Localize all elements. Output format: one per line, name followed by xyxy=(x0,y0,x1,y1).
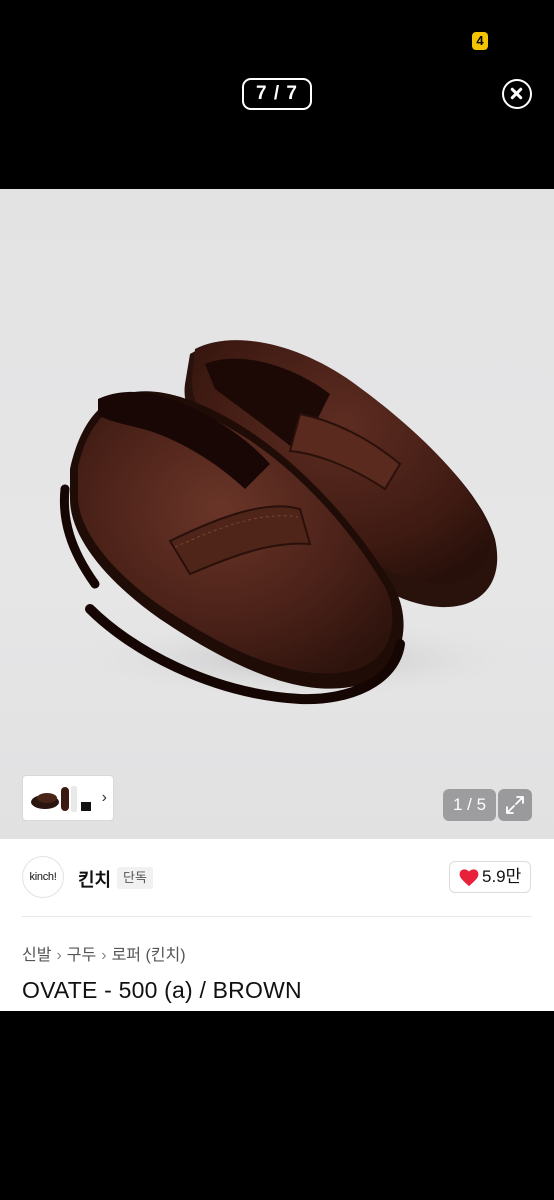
expand-icon[interactable] xyxy=(498,789,532,821)
product-image[interactable]: › 1 / 5 xyxy=(0,189,554,839)
like-button[interactable]: 5.9만 xyxy=(449,861,531,893)
product-card: › 1 / 5 kinch! 킨치 단독 5.9만 신발 › 구두 › 로퍼 (킨치) … xyxy=(0,189,554,1011)
breadcrumb-item-loafer[interactable]: 로퍼 (킨치) xyxy=(112,947,186,964)
thumbnail-images xyxy=(31,786,91,812)
brand-row: kinch! 킨치 단독 5.9만 xyxy=(0,839,554,917)
close-icon[interactable] xyxy=(502,79,532,109)
thumbnail-strip[interactable]: › xyxy=(22,775,114,821)
heart-icon xyxy=(459,869,479,887)
viewer-top-bar: 7 / 7 xyxy=(0,70,554,118)
like-count: 5.9만 xyxy=(482,867,522,886)
brand-name[interactable]: 킨치 xyxy=(78,866,111,892)
gallery-page-indicator: 1 / 5 xyxy=(443,789,496,821)
image-counter: 7 / 7 xyxy=(242,78,312,110)
chevron-right-icon: › xyxy=(101,789,107,806)
loafer-illustration xyxy=(59,340,530,705)
breadcrumb-item-shoes[interactable]: 신발 xyxy=(22,947,51,964)
chevron-right-icon: › xyxy=(56,947,62,964)
product-title: OVATE - 500 (a) / BROWN xyxy=(22,977,302,1003)
breadcrumb: 신발 › 구두 › 로퍼 (킨치) xyxy=(22,941,186,965)
brand-logo[interactable]: kinch! xyxy=(22,856,64,898)
breadcrumb-item-dress-shoes[interactable]: 구두 xyxy=(67,947,96,964)
status-badge: 4 xyxy=(472,32,488,50)
divider xyxy=(22,916,532,917)
exclusive-badge: 단독 xyxy=(117,867,153,889)
chevron-right-icon: › xyxy=(101,947,107,964)
